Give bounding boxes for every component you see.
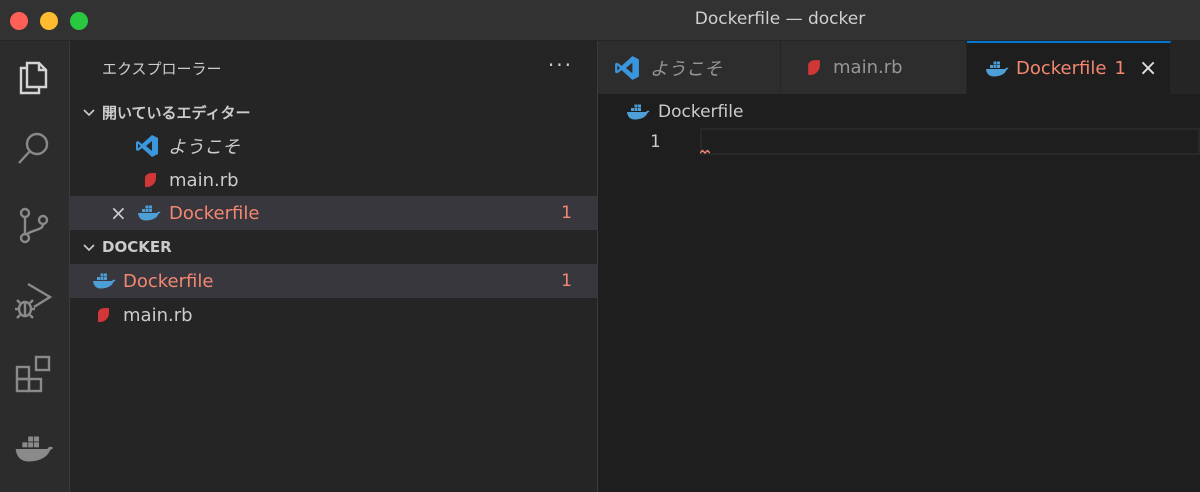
- tab-main-rb[interactable]: main.rb: [781, 41, 967, 94]
- open-editor-label: Dockerfile: [169, 202, 260, 224]
- chevron-down-icon: [83, 244, 95, 252]
- problem-count-badge: 1: [561, 203, 572, 223]
- open-editor-item-welcome[interactable]: ようこそ: [70, 129, 597, 163]
- open-editor-item-main-rb[interactable]: main.rb: [70, 163, 597, 197]
- editor-area: ようこそ main.rb Dockerfile 1 × Dockerfile 1: [598, 41, 1200, 492]
- docker-icon: [92, 273, 118, 289]
- search-icon[interactable]: [14, 129, 54, 169]
- tab-welcome[interactable]: ようこそ: [598, 41, 781, 94]
- file-item-main-rb[interactable]: main.rb: [70, 298, 597, 332]
- ruby-icon: [95, 307, 115, 323]
- problem-count-badge: 1: [561, 271, 572, 291]
- docker-icon: [626, 104, 650, 120]
- close-icon[interactable]: ×: [1139, 56, 1157, 81]
- tab-label: ようこそ: [650, 58, 722, 80]
- file-label: main.rb: [123, 304, 193, 326]
- code-line[interactable]: [700, 128, 1200, 155]
- ruby-icon: [142, 172, 162, 188]
- docker-icon: [985, 61, 1009, 77]
- line-number: 1: [650, 132, 661, 152]
- open-editor-item-dockerfile[interactable]: × Dockerfile 1: [70, 196, 597, 230]
- tab-label: main.rb: [833, 57, 903, 78]
- close-icon[interactable]: ×: [110, 201, 127, 225]
- docker-icon: [137, 205, 163, 221]
- vscode-window: Dockerfile — docker エクスプローラー ··· 開いているエデ…: [0, 0, 1200, 492]
- files-icon[interactable]: [14, 57, 54, 97]
- ruby-icon: [805, 59, 822, 76]
- explorer-title: エクスプローラー: [102, 60, 222, 78]
- source-control-icon[interactable]: [14, 205, 54, 245]
- tab-problem-badge: 1: [1114, 58, 1126, 79]
- breadcrumb: Dockerfile: [626, 102, 743, 122]
- breadcrumb-item[interactable]: Dockerfile: [658, 102, 743, 122]
- open-editor-label: main.rb: [169, 169, 239, 191]
- error-squiggle: [700, 149, 710, 155]
- chevron-down-icon: [83, 109, 95, 117]
- open-editor-label: ようこそ: [168, 137, 240, 158]
- folder-title: DOCKER: [102, 238, 172, 256]
- activity-bar: [0, 41, 70, 492]
- tab-label: Dockerfile: [1016, 58, 1107, 79]
- file-item-dockerfile[interactable]: Dockerfile 1: [70, 264, 597, 298]
- open-editors-section-header[interactable]: 開いているエディター: [70, 95, 597, 129]
- extensions-icon[interactable]: [14, 354, 54, 394]
- vscode-icon: [614, 55, 640, 81]
- title-bar: Dockerfile — docker: [0, 0, 1200, 41]
- tab-bar: ようこそ main.rb Dockerfile 1 ×: [598, 41, 1200, 94]
- explorer-sidebar: エクスプローラー ··· 開いているエディター ようこそ main.rb × D…: [70, 41, 598, 492]
- more-actions-button[interactable]: ···: [548, 53, 573, 77]
- file-label: Dockerfile: [123, 270, 214, 292]
- run-debug-icon[interactable]: [14, 280, 54, 320]
- tab-dockerfile[interactable]: Dockerfile 1 ×: [967, 41, 1171, 94]
- vscode-icon: [135, 134, 161, 158]
- docker-icon[interactable]: [14, 429, 54, 469]
- window-title: Dockerfile — docker: [694, 9, 866, 29]
- folder-section-header[interactable]: DOCKER: [70, 230, 597, 264]
- open-editors-title: 開いているエディター: [102, 103, 251, 122]
